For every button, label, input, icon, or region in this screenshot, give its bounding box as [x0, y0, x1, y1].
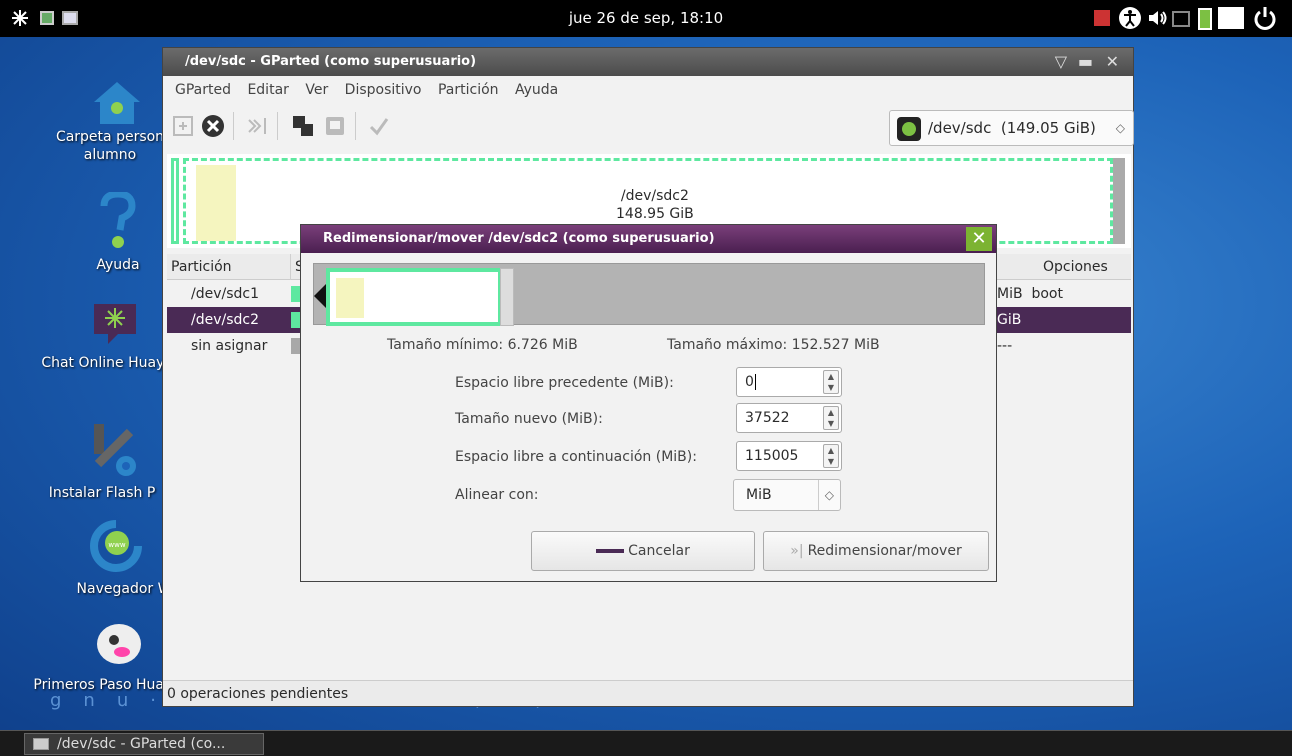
cancel-button[interactable]: Cancelar: [531, 531, 755, 571]
dialog-title: Redimensionar/mover /dev/sdc2 (como supe…: [323, 231, 715, 246]
row-partition-name: /dev/sdc2: [191, 312, 260, 328]
toolbar-separator: [233, 112, 234, 140]
graph-partition-size: 148.95 GiB: [616, 206, 694, 222]
max-size-label: Tamaño máximo: 152.527 MiB: [667, 337, 880, 353]
header-particion[interactable]: Partición: [167, 254, 291, 280]
min-size-label: Tamaño mínimo: 6.726 MiB: [387, 337, 578, 353]
top-panel: jue 26 de sep, 18:10: [0, 0, 1292, 37]
network-icon[interactable]: [1172, 11, 1190, 27]
resize-slider-track[interactable]: [313, 263, 985, 326]
close-icon[interactable]: ✕: [1106, 52, 1119, 72]
resize-move-button[interactable]: »| Redimensionar/mover: [763, 531, 989, 571]
new-size-value: 37522: [745, 410, 790, 426]
cancel-icon: [596, 549, 625, 553]
volume-icon[interactable]: [1146, 7, 1168, 29]
battery-icon[interactable]: [1198, 8, 1212, 30]
graph-label: /dev/sdc2 148.95 GiB: [616, 187, 694, 223]
align-select[interactable]: MiB ◇: [733, 479, 841, 511]
spin-arrows-icon[interactable]: ▲ ▼: [823, 444, 839, 468]
graph-partition-name: /dev/sdc2: [620, 188, 689, 204]
menu-ver[interactable]: Ver: [305, 82, 328, 98]
header-opciones[interactable]: Opciones: [1029, 254, 1131, 280]
new-size-input[interactable]: 37522 ▲ ▼: [736, 403, 842, 433]
free-before-input[interactable]: 0 ▲ ▼: [736, 367, 842, 397]
keyboard-layout-icon[interactable]: [1218, 7, 1244, 29]
web-browser-icon[interactable]: www: [90, 520, 142, 572]
chevron-updown-icon: ◇: [817, 480, 834, 510]
free-after-label: Espacio libre a continuación (MiB):: [455, 449, 697, 465]
row-right-text: GiB: [997, 312, 1022, 328]
row-partition-name: /dev/sdc1: [191, 286, 260, 302]
free-after-input[interactable]: 115005 ▲ ▼: [736, 441, 842, 471]
toolbar-separator: [277, 112, 278, 140]
unallocated-graph[interactable]: [1113, 158, 1125, 244]
new-partition-icon[interactable]: [171, 114, 195, 138]
status-bar: 0 operaciones pendientes: [163, 680, 1133, 706]
taskbar: /dev/sdc - GParted (co...: [0, 730, 1292, 756]
maximize-icon[interactable]: ▬: [1078, 52, 1093, 72]
dialog-titlebar[interactable]: Redimensionar/mover /dev/sdc2 (como supe…: [301, 225, 996, 253]
partition-sdc1-graph[interactable]: [171, 158, 179, 244]
menu-dispositivo[interactable]: Dispositivo: [345, 82, 422, 98]
menu-particion[interactable]: Partición: [438, 82, 499, 98]
accessibility-icon[interactable]: [1118, 6, 1142, 30]
menu-editar[interactable]: Editar: [247, 82, 288, 98]
row-partition-name: sin asignar: [191, 338, 268, 354]
row-right-text: ---: [997, 338, 1013, 354]
align-value: MiB: [746, 487, 772, 503]
first-steps-icon[interactable]: [92, 616, 146, 670]
window-icon: [33, 738, 49, 750]
home-folder-icon[interactable]: [90, 80, 144, 126]
flash-installer-icon[interactable]: [86, 420, 146, 480]
chat-icon[interactable]: [90, 298, 140, 348]
menu-ayuda[interactable]: Ayuda: [515, 82, 558, 98]
menubar: GParted Editar Ver Dispositivo Partición…: [163, 76, 1133, 104]
free-before-value: 0: [745, 374, 754, 390]
align-label: Alinear con:: [455, 487, 539, 503]
free-before-label: Espacio libre precedente (MiB):: [455, 375, 674, 391]
taskbar-window-label: /dev/sdc - GParted (co...: [57, 736, 226, 752]
network-error-icon[interactable]: [1094, 10, 1110, 26]
paste-icon[interactable]: [323, 114, 347, 138]
menu-gparted[interactable]: GParted: [175, 82, 231, 98]
gparted-titlebar[interactable]: /dev/sdc - GParted (como superusuario) ▽…: [163, 48, 1133, 76]
close-icon[interactable]: ✕: [966, 227, 992, 251]
left-handle-icon[interactable]: [314, 284, 326, 308]
desktop-icon[interactable]: [40, 11, 54, 25]
taskbar-window-button[interactable]: /dev/sdc - GParted (co...: [24, 733, 264, 755]
spin-arrows-icon[interactable]: ▲ ▼: [823, 370, 839, 394]
chevron-updown-icon: ◇: [1115, 121, 1125, 135]
toolbar-separator: [355, 112, 356, 140]
device-selector[interactable]: /dev/sdc (149.05 GiB) ◇: [889, 110, 1134, 146]
huayra-menu-icon[interactable]: [10, 8, 30, 28]
resize-dialog: Redimensionar/mover /dev/sdc2 (como supe…: [300, 224, 997, 582]
copy-icon[interactable]: [291, 114, 315, 138]
used-space-bar: [336, 278, 364, 318]
device-selector-label: /dev/sdc (149.05 GiB): [928, 119, 1096, 137]
resize-move-icon[interactable]: [245, 114, 269, 138]
free-after-value: 115005: [745, 448, 799, 464]
resize-move-label: Redimensionar/mover: [807, 543, 962, 559]
svg-text:www: www: [108, 541, 125, 549]
resize-partition-block[interactable]: [326, 268, 502, 326]
disk-icon: [897, 117, 921, 141]
minimize-icon[interactable]: ▽: [1055, 52, 1067, 72]
new-size-label: Tamaño nuevo (MiB):: [455, 411, 603, 427]
apply-icon[interactable]: [367, 114, 391, 138]
desktop-icon-flash-label[interactable]: Instalar Flash P: [22, 484, 182, 502]
cancel-label: Cancelar: [628, 543, 690, 559]
help-icon[interactable]: [98, 192, 138, 250]
spin-arrows-icon[interactable]: ▲ ▼: [823, 406, 839, 430]
toolbar: /dev/sdc (149.05 GiB) ◇: [163, 104, 1134, 150]
power-icon[interactable]: [1252, 5, 1278, 31]
delete-partition-icon[interactable]: [201, 114, 225, 138]
used-space-bar: [196, 165, 236, 241]
window-title: /dev/sdc - GParted (como superusuario): [185, 54, 477, 69]
free-space-marker: [500, 268, 514, 326]
row-right-text: MiB boot: [997, 286, 1063, 302]
window-list-icon[interactable]: [62, 11, 78, 25]
resize-move-icon: »|: [790, 543, 804, 559]
